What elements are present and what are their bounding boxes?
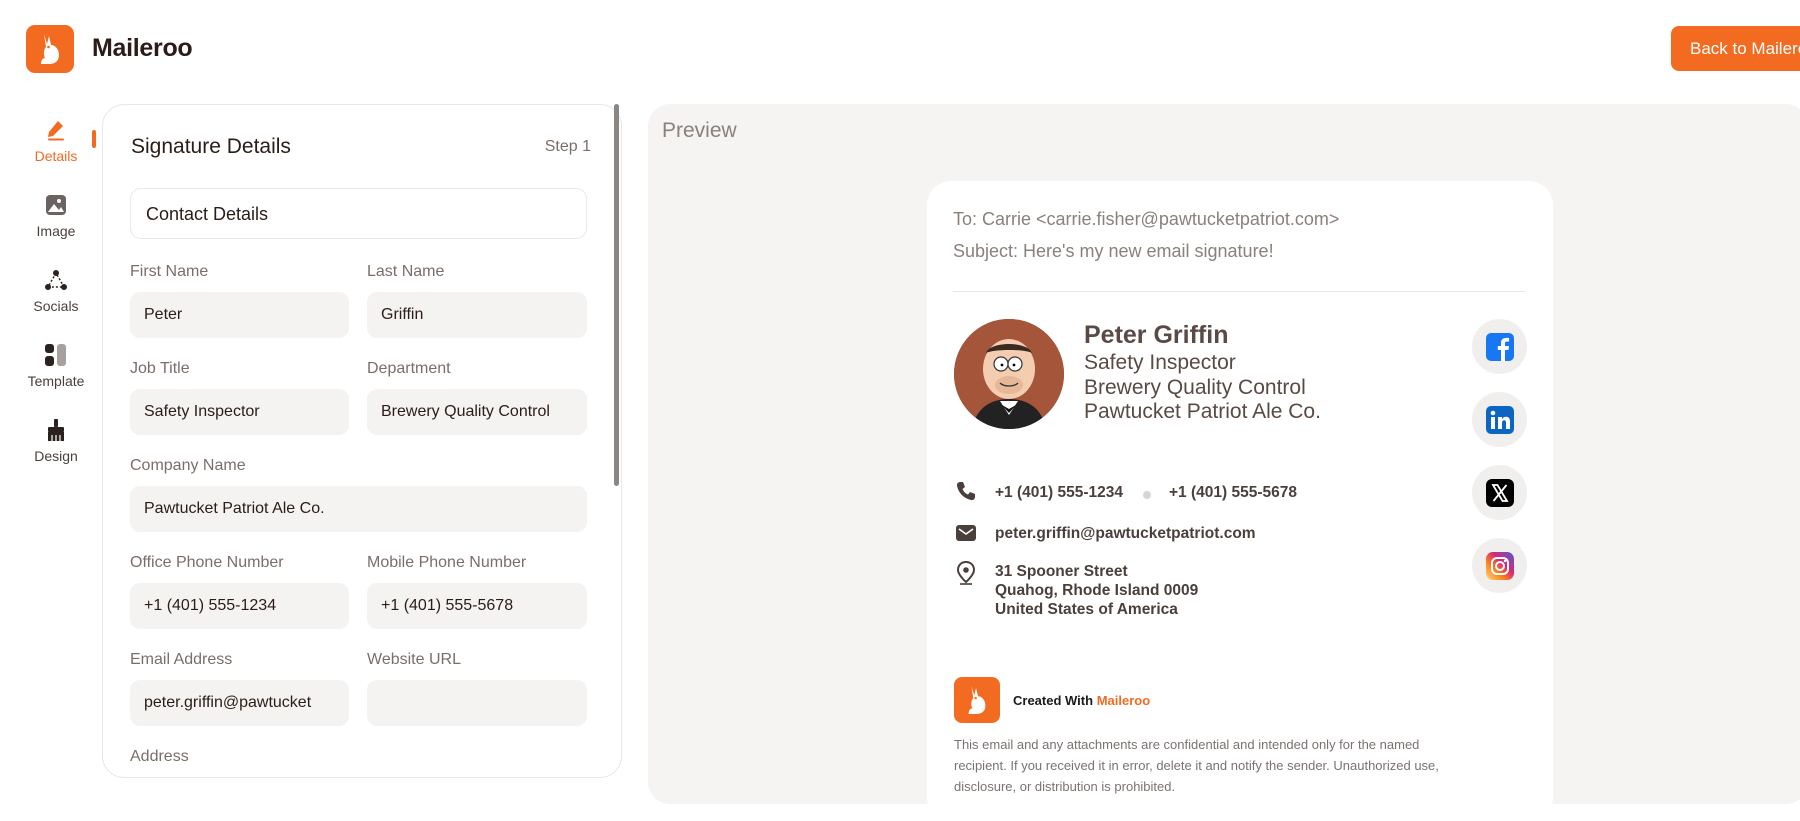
- website-label: Website URL: [367, 651, 461, 668]
- address-line-1: 31 Spooner Street: [995, 563, 1128, 580]
- disclaimer-text: This email and any attachments are confi…: [954, 737, 1439, 794]
- job-title-input[interactable]: Safety Inspector: [130, 389, 349, 435]
- last-name-input[interactable]: Griffin: [367, 292, 587, 338]
- office-phone-text: +1 (401) 555-1234: [995, 484, 1123, 501]
- avatar: [954, 319, 1064, 429]
- brush-icon: [44, 418, 68, 442]
- separator-dot: [1143, 491, 1151, 499]
- maileroo-small-logo: [954, 677, 1000, 723]
- instagram-button[interactable]: [1472, 538, 1527, 593]
- signature-company: Pawtucket Patriot Ale Co.: [1084, 400, 1321, 423]
- job-title-label: Job Title: [130, 360, 190, 377]
- email-text: peter.griffin@pawtucketpatriot.com: [995, 525, 1256, 542]
- nav-item-template[interactable]: Template: [20, 343, 92, 403]
- preview-panel: Preview To: Carrie <carrie.fisher@pawtuc…: [648, 104, 1800, 821]
- address-label: Address: [130, 748, 189, 765]
- preview-title: Preview: [662, 119, 737, 142]
- template-icon: [44, 343, 68, 367]
- contact-details-section[interactable]: Contact Details: [130, 188, 587, 239]
- step-indicator: Step 1: [544, 138, 591, 155]
- image-icon: [44, 193, 68, 217]
- back-to-maileroo-button[interactable]: Back to Maileroo: [1671, 26, 1800, 71]
- website-input[interactable]: [367, 680, 587, 726]
- nav-label: Template: [27, 373, 85, 389]
- email-label: Email Address: [130, 651, 233, 668]
- address-line-2: Quahog, Rhode Island 0009: [995, 582, 1199, 599]
- office-phone-input[interactable]: +1 (401) 555-1234: [130, 583, 349, 629]
- created-with-label: Created With: [1013, 693, 1094, 708]
- app-header: Maileroo Back to Maileroo: [0, 0, 1800, 100]
- signature-details-panel: Signature Details Step 1 Contact Details…: [102, 104, 622, 778]
- linkedin-icon: [1485, 405, 1514, 434]
- signature-job-title: Safety Inspector: [1084, 351, 1236, 374]
- company-name-input[interactable]: Pawtucket Patriot Ale Co.: [130, 486, 587, 532]
- nav-item-image[interactable]: Image: [20, 193, 92, 253]
- created-with-text: Created With Maileroo: [1013, 693, 1150, 708]
- nav-label: Design: [34, 448, 78, 464]
- created-with-brand[interactable]: Maileroo: [1097, 693, 1150, 708]
- x-twitter-button[interactable]: [1472, 465, 1527, 520]
- facebook-icon: [1485, 332, 1514, 361]
- office-phone-label: Office Phone Number: [130, 554, 284, 571]
- mail-to: To: Carrie <carrie.fisher@pawtucketpatri…: [953, 209, 1340, 229]
- first-name-input[interactable]: Peter: [130, 292, 349, 338]
- instagram-icon: [1485, 551, 1514, 580]
- kangaroo-icon: [41, 34, 59, 64]
- nav-item-details[interactable]: Details: [20, 118, 92, 178]
- signature-department: Brewery Quality Control: [1084, 376, 1306, 399]
- address-line-3: United States of America: [995, 601, 1178, 618]
- nav-item-design[interactable]: Design: [20, 418, 92, 478]
- nav-item-socials[interactable]: Socials: [20, 268, 92, 328]
- first-name-label: First Name: [130, 263, 209, 280]
- active-step-indicator: [92, 130, 96, 148]
- pencil-icon: [44, 118, 68, 142]
- department-label: Department: [367, 360, 451, 377]
- section-label: Contact Details: [146, 204, 269, 224]
- signature-name: Peter Griffin: [1084, 321, 1229, 349]
- nav-label: Socials: [33, 298, 79, 314]
- mobile-phone-label: Mobile Phone Number: [367, 554, 527, 571]
- kangaroo-icon: [968, 686, 986, 714]
- company-name-label: Company Name: [130, 457, 246, 474]
- facebook-button[interactable]: [1472, 319, 1527, 374]
- share-nodes-icon: [44, 268, 68, 292]
- divider: [953, 291, 1525, 292]
- mail-subject: Subject: Here's my new email signature!: [953, 241, 1274, 261]
- panel-title: Signature Details: [131, 135, 291, 158]
- email-preview-card: To: Carrie <carrie.fisher@pawtucketpatri…: [927, 181, 1553, 821]
- form-scrollbar[interactable]: [614, 104, 619, 486]
- email-input[interactable]: peter.griffin@pawtucket: [130, 680, 349, 726]
- x-twitter-icon: [1485, 478, 1514, 507]
- nav-label: Details: [34, 148, 78, 164]
- department-input[interactable]: Brewery Quality Control: [367, 389, 587, 435]
- brand-name: Maileroo: [92, 34, 193, 62]
- linkedin-button[interactable]: [1472, 392, 1527, 447]
- envelope-icon: [954, 521, 978, 545]
- maileroo-logo[interactable]: [26, 25, 74, 73]
- nav-label: Image: [36, 223, 76, 239]
- location-pin-icon: [954, 561, 978, 585]
- mobile-phone-input[interactable]: +1 (401) 555-5678: [367, 583, 587, 629]
- last-name-label: Last Name: [367, 263, 445, 280]
- mobile-phone-text: +1 (401) 555-5678: [1169, 484, 1297, 501]
- phone-icon: [954, 479, 978, 503]
